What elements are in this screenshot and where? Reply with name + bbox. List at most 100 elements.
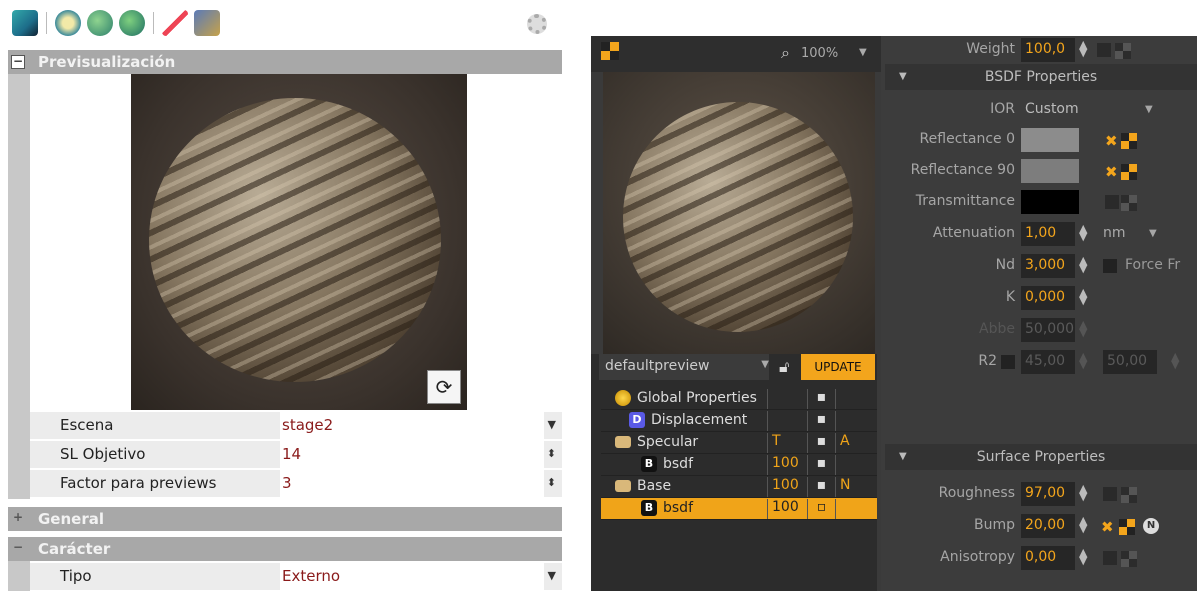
tree-cell-c3[interactable] <box>835 455 875 475</box>
anisotropy-field[interactable]: 0,00 <box>1021 546 1075 570</box>
nd-field[interactable]: 3,000 <box>1021 254 1075 278</box>
tree-row[interactable]: Specular T ▪ A <box>601 432 877 454</box>
settings-icon[interactable] <box>527 14 547 34</box>
section-caracter[interactable]: − Carácter <box>8 537 562 561</box>
update-button[interactable]: UPDATE <box>801 354 875 380</box>
info-icon[interactable] <box>55 10 81 36</box>
tree-row[interactable]: D Displacement ▪ <box>601 410 877 432</box>
property-value[interactable]: 3 <box>280 470 544 497</box>
spinner-icon[interactable]: ▲ ▼ <box>1079 515 1087 534</box>
spinner-icon[interactable]: ⬍ <box>547 476 556 489</box>
tree-row[interactable]: Bbsdf 100 ▪ <box>601 454 877 476</box>
normal-map-icon[interactable]: N <box>1143 518 1159 534</box>
tree-cell-c2[interactable]: ▪ <box>807 389 835 409</box>
property-value[interactable]: 14 <box>280 441 544 468</box>
texture-slot-icon[interactable] <box>1119 519 1135 535</box>
dropdown-arrow-icon[interactable]: ▼ <box>761 359 769 370</box>
tree-cell-c2[interactable]: ▫ <box>807 499 835 519</box>
spinner-icon[interactable]: ⬍ <box>547 447 556 460</box>
section-previsualizacion[interactable]: − Previsualización <box>8 50 562 74</box>
spinner-icon[interactable]: ▲ ▼ <box>1079 255 1087 274</box>
unit-select[interactable]: nm <box>1103 225 1126 241</box>
spinner-icon[interactable]: ▲ ▼ <box>1079 319 1087 338</box>
dropdown-arrow-icon[interactable]: ▼ <box>1149 228 1157 239</box>
map-icon[interactable] <box>194 10 220 36</box>
picker-icon[interactable] <box>162 10 188 36</box>
texture-slot-icon[interactable] <box>1121 551 1137 567</box>
weight-field[interactable]: 100,0 <box>1021 38 1075 62</box>
clear-texture-icon[interactable]: ✖ <box>1101 518 1114 536</box>
texture-checkbox[interactable] <box>1103 551 1117 565</box>
k-field[interactable]: 0,000 <box>1021 286 1075 310</box>
texture-slot-icon[interactable] <box>1121 487 1137 503</box>
tree-cell-c2[interactable]: ▪ <box>807 433 835 453</box>
texture-slot-icon[interactable] <box>1121 164 1137 180</box>
tree-row[interactable]: Bbsdf 100 ▫ <box>601 498 877 520</box>
globe-edit-icon[interactable] <box>119 10 145 36</box>
property-value[interactable]: stage2 <box>280 412 544 439</box>
spinner-icon[interactable]: ▲ ▼ <box>1171 351 1179 370</box>
spinner-icon[interactable]: ▲ ▼ <box>1079 351 1087 370</box>
add-material-icon[interactable] <box>12 10 38 36</box>
texture-checkbox[interactable] <box>1105 195 1119 209</box>
property-value[interactable]: Externo <box>280 563 544 590</box>
force-fresnel-checkbox[interactable] <box>1103 259 1117 273</box>
attenuation-field[interactable]: 1,00 <box>1021 222 1075 246</box>
texture-slot-icon[interactable] <box>1121 195 1137 211</box>
collapse-icon[interactable]: − <box>11 541 25 556</box>
collapse-icon[interactable]: ▼ <box>899 64 907 90</box>
transmittance-swatch[interactable] <box>1021 190 1079 214</box>
reflectance90-swatch[interactable] <box>1021 159 1079 183</box>
globe-icon[interactable] <box>87 10 113 36</box>
abbe-field[interactable]: 50,000 <box>1021 318 1075 342</box>
property-row-escena[interactable]: Escena stage2 ▼ <box>30 412 562 440</box>
expand-icon[interactable]: + <box>11 511 25 526</box>
scene-select[interactable]: defaultpreview ▼ <box>599 354 769 380</box>
spinner-icon[interactable]: ▲ ▼ <box>1079 39 1087 58</box>
tree-cell-c1[interactable] <box>767 411 805 431</box>
collapse-icon[interactable]: ▼ <box>899 444 907 470</box>
property-row-sl-objetivo[interactable]: SL Objetivo 14 ⬍ <box>30 441 562 469</box>
r2-field-1[interactable]: 45,00 <box>1021 350 1075 374</box>
r2-field-2[interactable]: 50,00 <box>1103 350 1157 374</box>
tree-row[interactable]: Global Properties ▪ <box>601 388 877 410</box>
zoom-dropdown-icon[interactable]: ▼ <box>859 47 867 58</box>
texture-slot-icon[interactable] <box>1115 43 1131 59</box>
reflectance0-swatch[interactable] <box>1021 128 1079 152</box>
clear-texture-icon[interactable]: ✖ <box>1105 132 1118 150</box>
material-checker-icon[interactable] <box>601 42 619 60</box>
tree-cell-c3[interactable]: A <box>835 433 875 453</box>
ior-select[interactable]: Custom <box>1021 98 1155 122</box>
weight-checkbox[interactable] <box>1097 43 1111 57</box>
tree-row[interactable]: Base 100 ▪ N <box>601 476 877 498</box>
property-row-factor-previews[interactable]: Factor para previews 3 ⬍ <box>30 470 562 498</box>
texture-slot-icon[interactable] <box>1121 133 1137 149</box>
bump-field[interactable]: 20,00 <box>1021 514 1075 538</box>
bsdf-properties-header[interactable]: ▼ BSDF Properties <box>885 64 1197 90</box>
surface-properties-header[interactable]: ▼ Surface Properties <box>885 444 1197 470</box>
clear-texture-icon[interactable]: ✖ <box>1105 163 1118 181</box>
spinner-icon[interactable]: ▲ ▼ <box>1079 287 1087 306</box>
tree-cell-c1[interactable]: 100 <box>767 455 805 475</box>
property-row-tipo[interactable]: Tipo Externo ▼ <box>30 563 562 591</box>
dropdown-arrow-icon[interactable]: ▼ <box>1145 104 1153 115</box>
tree-cell-c2[interactable]: ▪ <box>807 455 835 475</box>
tree-cell-c2[interactable]: ▪ <box>807 411 835 431</box>
tree-cell-c3[interactable] <box>835 411 875 431</box>
refresh-button[interactable]: ⟳ <box>427 370 461 404</box>
zoom-level[interactable]: 100% <box>801 46 838 61</box>
tree-cell-c3[interactable] <box>835 389 875 409</box>
dropdown-arrow-icon[interactable]: ▼ <box>548 569 556 582</box>
tree-cell-c1[interactable] <box>767 389 805 409</box>
spinner-icon[interactable]: ▲ ▼ <box>1079 223 1087 242</box>
tree-cell-c3[interactable] <box>835 499 875 519</box>
texture-checkbox[interactable] <box>1103 487 1117 501</box>
tree-cell-c3[interactable]: N <box>835 477 875 497</box>
section-general[interactable]: + General <box>8 507 562 531</box>
dropdown-arrow-icon[interactable]: ▼ <box>548 418 556 431</box>
r2-checkbox[interactable] <box>1001 355 1015 369</box>
tree-cell-c1[interactable]: 100 <box>767 499 805 519</box>
spinner-icon[interactable]: ▲ ▼ <box>1079 483 1087 502</box>
zoom-icon[interactable]: ⌕ <box>781 43 790 63</box>
lock-icon[interactable]: 🔓︎ <box>779 357 789 377</box>
